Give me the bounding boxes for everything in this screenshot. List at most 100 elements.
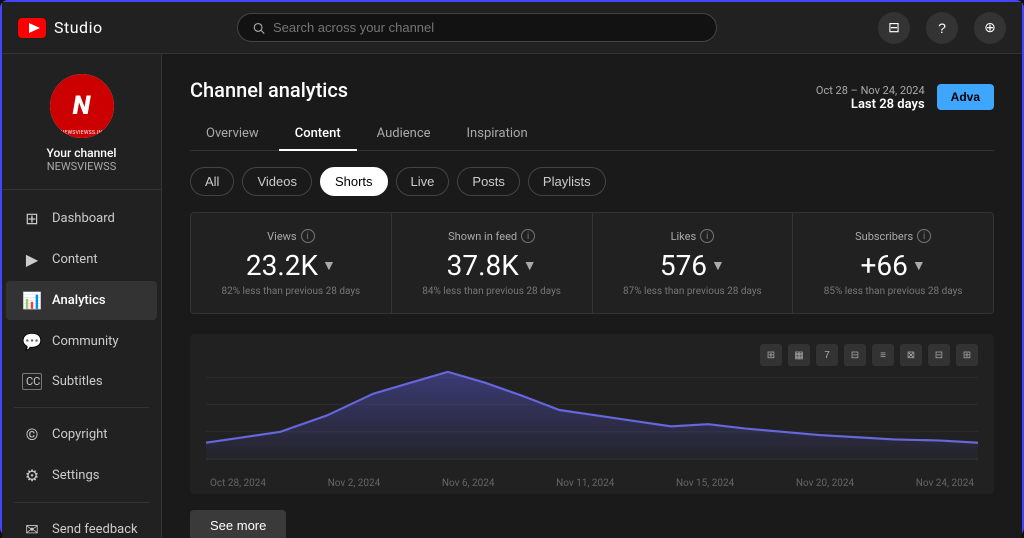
chart-icon-3[interactable]: 7	[816, 344, 838, 366]
sidebar-item-label: Content	[52, 252, 98, 267]
chart-label-3: Nov 11, 2024	[556, 478, 614, 489]
create-button[interactable]: ⊕	[974, 12, 1006, 44]
sidebar-item-label: Community	[52, 334, 119, 349]
stat-views-info-icon[interactable]: i	[301, 229, 315, 243]
filter-posts[interactable]: Posts	[457, 167, 520, 196]
stat-subs-value: +66 ▼	[861, 249, 926, 282]
filter-shorts[interactable]: Shorts	[320, 167, 388, 196]
stat-subs-label: Subscribers i	[855, 229, 931, 243]
sidebar-item-copyright[interactable]: © Copyright	[6, 415, 157, 454]
sidebar-item-label: Send feedback	[52, 522, 138, 537]
stat-views-trend-icon: ▼	[322, 257, 336, 274]
filter-row: All Videos Shorts Live Posts Playlists	[190, 167, 994, 196]
filter-videos[interactable]: Videos	[242, 167, 312, 196]
filter-all[interactable]: All	[190, 167, 234, 196]
stat-views-value: 23.2K ▼	[246, 249, 336, 282]
stat-card-feed: Shown in feed i 37.8K ▼ 84% less than pr…	[392, 213, 592, 313]
subtitles-icon: CC	[22, 373, 42, 390]
sidebar-item-settings[interactable]: ⚙ Settings	[6, 456, 157, 495]
chart-icon-7[interactable]: ⊟	[928, 344, 950, 366]
chart-icon-2[interactable]: ▦	[788, 344, 810, 366]
stat-feed-desc: 84% less than previous 28 days	[422, 286, 561, 297]
tab-overview[interactable]: Overview	[190, 118, 275, 151]
sidebar-item-community[interactable]: 💬 Community	[6, 322, 157, 361]
community-icon: 💬	[22, 332, 42, 351]
analytics-chart	[206, 350, 978, 470]
chart-icon-4[interactable]: ⊟	[844, 344, 866, 366]
chart-label-2: Nov 6, 2024	[442, 478, 495, 489]
stat-views-desc: 82% less than previous 28 days	[222, 286, 361, 297]
chart-icons-row: ⊞ ▦ 7 ⊟ ≡ ⊠ ⊟ ⊞	[760, 344, 978, 366]
sidebar-item-label: Settings	[52, 468, 99, 483]
sidebar-item-dashboard[interactable]: ⊞ Dashboard	[6, 199, 157, 238]
tab-content[interactable]: Content	[279, 118, 357, 151]
feedback-icon: ✉	[22, 520, 42, 538]
chart-icon-1[interactable]: ⊞	[760, 344, 782, 366]
chart-icon-8[interactable]: ⊞	[956, 344, 978, 366]
sidebar-divider	[14, 407, 149, 408]
search-input[interactable]	[273, 20, 702, 35]
date-range-text: Oct 28 – Nov 24, 2024	[816, 84, 925, 97]
see-more-button[interactable]: See more	[190, 510, 286, 538]
stat-feed-label: Shown in feed i	[448, 229, 535, 243]
stat-feed-info-icon[interactable]: i	[521, 229, 535, 243]
channel-handle: NEWSVIEWSS	[47, 160, 116, 173]
stat-subs-trend-icon: ▼	[912, 257, 926, 274]
topbar: Studio ⊟ ? ⊕	[2, 2, 1022, 54]
sidebar-item-content[interactable]: ▶ Content	[6, 240, 157, 279]
chart-icon-5[interactable]: ≡	[872, 344, 894, 366]
chart-label-1: Nov 2, 2024	[328, 478, 381, 489]
content-icon: ▶	[22, 250, 42, 269]
chart-icon-6[interactable]: ⊠	[900, 344, 922, 366]
sidebar-divider-2	[14, 502, 149, 503]
settings-icon: ⚙	[22, 466, 42, 485]
stat-likes-trend-icon: ▼	[711, 257, 725, 274]
sidebar-item-analytics[interactable]: 📊 Analytics	[6, 281, 157, 320]
channel-info: N NEWSVIEWSS.IN Your channel NEWSVIEWSS	[2, 62, 161, 190]
filter-playlists[interactable]: Playlists	[528, 167, 606, 196]
stat-card-subscribers: Subscribers i +66 ▼ 85% less than previo…	[793, 213, 993, 313]
notifications-button[interactable]: ⊟	[878, 12, 910, 44]
sidebar-item-feedback[interactable]: ✉ Send feedback	[6, 510, 157, 538]
stat-feed-trend-icon: ▼	[523, 257, 537, 274]
channel-name: Your channel	[47, 146, 117, 160]
stat-views-label: Views i	[267, 229, 314, 243]
main-layout: N NEWSVIEWSS.IN Your channel NEWSVIEWSS …	[2, 54, 1022, 538]
topbar-icons: ⊟ ? ⊕	[878, 12, 1006, 44]
chart-label-0: Oct 28, 2024	[210, 478, 266, 489]
sidebar-item-label: Analytics	[52, 293, 106, 308]
search-icon	[252, 21, 265, 35]
sidebar-item-subtitles[interactable]: CC Subtitles	[6, 363, 157, 400]
chart-label-6: Nov 24, 2024	[916, 478, 974, 489]
content-header: Channel analytics Oct 28 – Nov 24, 2024 …	[190, 78, 994, 118]
tab-audience[interactable]: Audience	[361, 118, 447, 151]
stat-card-views: Views i 23.2K ▼ 82% less than previous 2…	[191, 213, 391, 313]
help-button[interactable]: ?	[926, 12, 958, 44]
stat-subs-desc: 85% less than previous 28 days	[824, 286, 963, 297]
chart-label-4: Nov 15, 2024	[676, 478, 734, 489]
search-input-wrap[interactable]	[237, 13, 717, 42]
avatar: N NEWSVIEWSS.IN	[50, 74, 114, 138]
stat-subs-info-icon[interactable]: i	[917, 229, 931, 243]
logo-area: Studio	[18, 18, 148, 38]
stat-likes-info-icon[interactable]: i	[700, 229, 714, 243]
sidebar: N NEWSVIEWSS.IN Your channel NEWSVIEWSS …	[2, 54, 162, 538]
dashboard-icon: ⊞	[22, 209, 42, 228]
avatar-sublabel: NEWSVIEWSS.IN	[61, 130, 103, 136]
stat-likes-desc: 87% less than previous 28 days	[623, 286, 762, 297]
sidebar-item-label: Copyright	[52, 427, 108, 442]
analytics-icon: 📊	[22, 291, 42, 310]
chart-axis-labels: Oct 28, 2024 Nov 2, 2024 Nov 6, 2024 Nov…	[206, 478, 978, 489]
content-area: Channel analytics Oct 28 – Nov 24, 2024 …	[162, 54, 1022, 538]
chart-container: ⊞ ▦ 7 ⊟ ≡ ⊠ ⊟ ⊞	[190, 334, 994, 494]
sidebar-nav: ⊞ Dashboard ▶ Content 📊 Analytics 💬 Comm…	[2, 190, 161, 538]
chart-label-5: Nov 20, 2024	[796, 478, 854, 489]
tabs-row: Overview Content Audience Inspiration	[190, 118, 994, 151]
page-title: Channel analytics	[190, 78, 348, 102]
stats-row: Views i 23.2K ▼ 82% less than previous 2…	[190, 212, 994, 314]
sidebar-item-label: Dashboard	[52, 211, 115, 226]
filter-live[interactable]: Live	[396, 167, 450, 196]
stat-feed-value: 37.8K ▼	[447, 249, 537, 282]
tab-inspiration[interactable]: Inspiration	[451, 118, 544, 151]
advanced-button[interactable]: Adva	[937, 84, 994, 110]
